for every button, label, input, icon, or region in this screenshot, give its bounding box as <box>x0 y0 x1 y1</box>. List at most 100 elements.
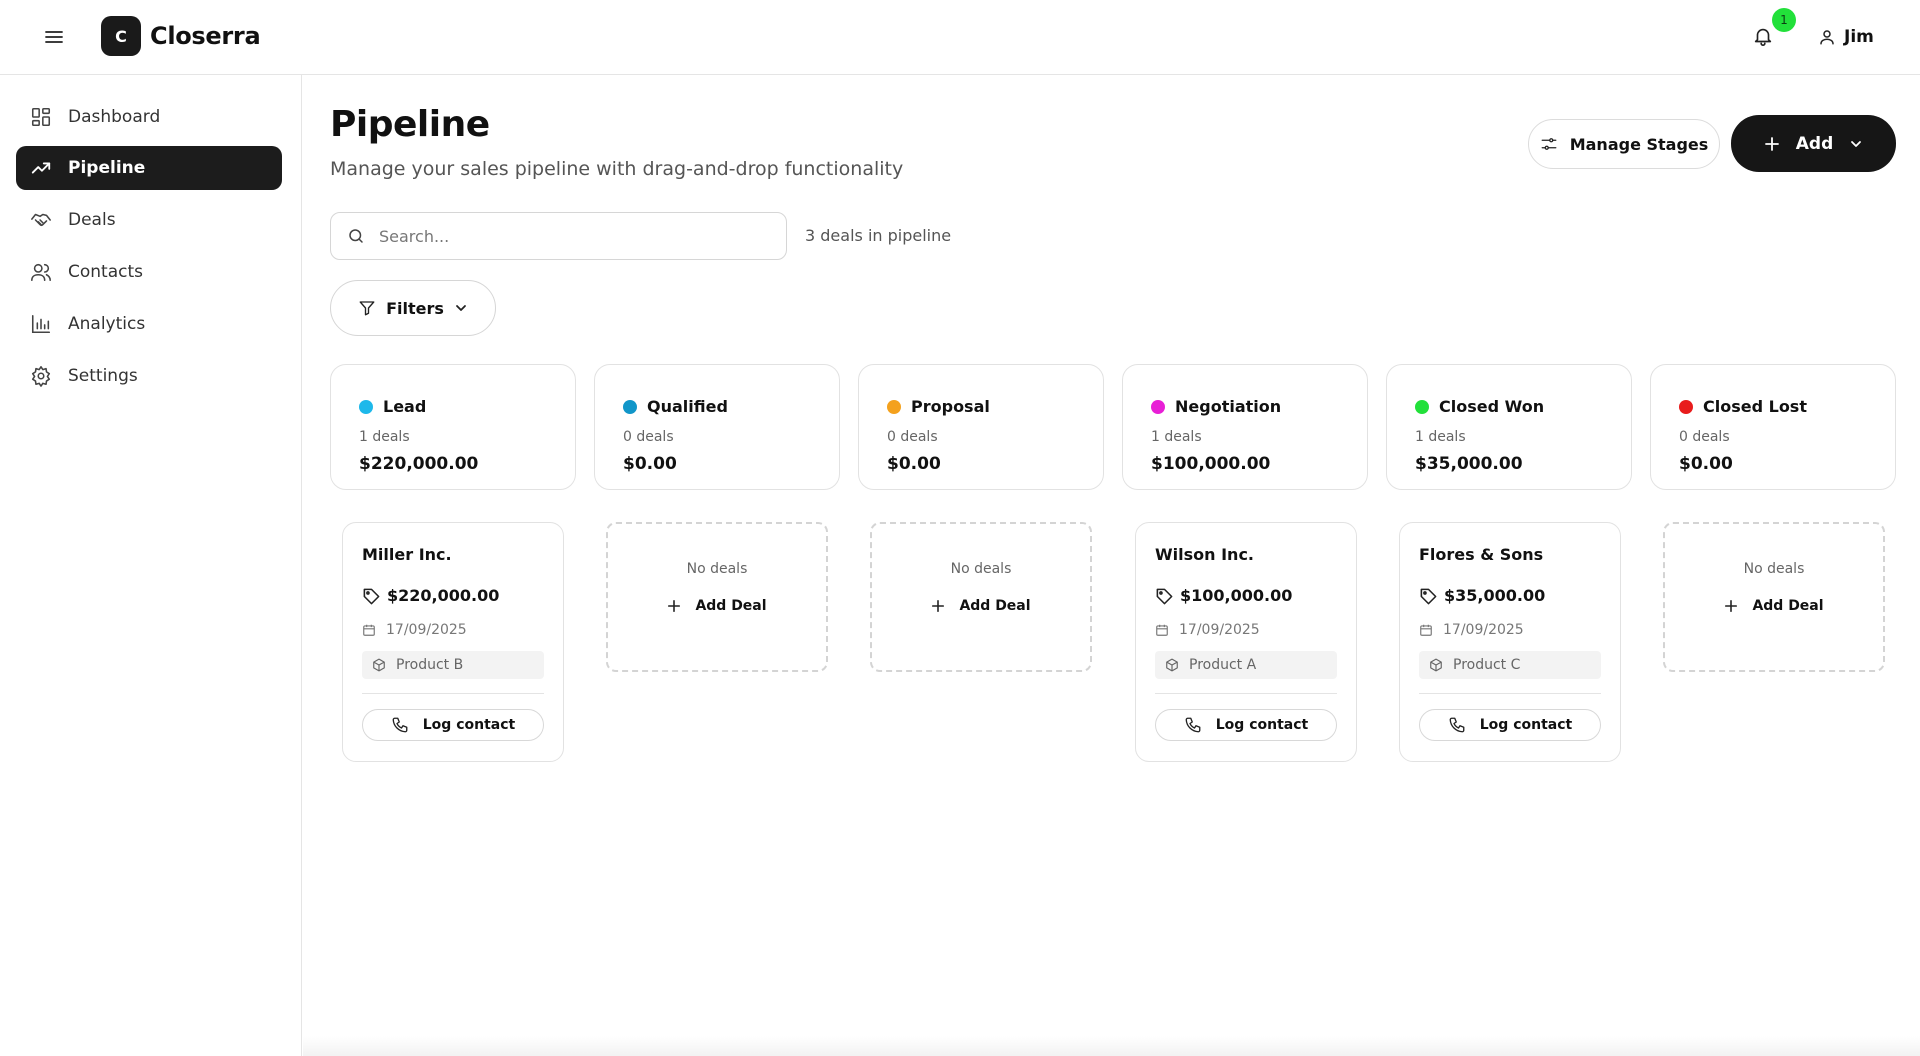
sidebar-item-settings[interactable]: Settings <box>16 354 282 398</box>
empty-column-qualified: No deals Add Deal <box>606 522 828 672</box>
sidebar-item-label: Contacts <box>68 262 143 282</box>
phone-icon <box>392 717 408 733</box>
stage-color-dot <box>623 400 637 414</box>
chevron-down-icon <box>1851 140 1862 147</box>
add-deal-label: Add Deal <box>1752 598 1824 614</box>
deal-date: 17/09/2025 <box>1443 622 1524 638</box>
stage-name: Negotiation <box>1175 397 1282 416</box>
add-deal-button[interactable]: Add Deal <box>608 596 826 616</box>
log-contact-button[interactable]: Log contact <box>362 709 544 741</box>
stage-color-dot <box>1415 400 1429 414</box>
empty-text: No deals <box>950 561 1012 577</box>
bar-chart-icon <box>31 314 51 334</box>
add-deal-label: Add Deal <box>695 598 767 614</box>
deal-title: Flores & Sons <box>1419 545 1544 564</box>
sidebar-item-label: Analytics <box>68 314 146 334</box>
add-deal-button[interactable]: Add Deal <box>1665 596 1883 616</box>
divider <box>1419 693 1601 694</box>
add-button[interactable]: Add <box>1731 115 1896 172</box>
package-icon <box>1166 658 1178 672</box>
stage-count: 0 deals <box>623 429 674 445</box>
manage-stages-button[interactable]: Manage Stages <box>1528 119 1720 169</box>
stage-name: Closed Lost <box>1703 397 1807 416</box>
filters-label: Filters <box>386 298 444 318</box>
deal-count: 3 deals in pipeline <box>805 226 952 245</box>
calendar-icon <box>363 624 375 636</box>
empty-text: No deals <box>1743 561 1805 577</box>
stage-name: Closed Won <box>1439 397 1545 416</box>
page-subtitle: Manage your sales pipeline with drag-and… <box>330 158 904 180</box>
plus-icon <box>1764 136 1779 151</box>
calendar-icon <box>1420 624 1432 636</box>
add-deal-label: Add Deal <box>959 598 1031 614</box>
stage-name: Lead <box>383 397 427 416</box>
stage-count: 0 deals <box>1679 429 1730 445</box>
divider <box>362 693 544 694</box>
notification-badge: 1 <box>1772 8 1796 32</box>
deal-card[interactable]: Miller Inc. $220,000.00 17/09/2025 Produ… <box>342 522 564 762</box>
logo-mark: C <box>101 16 141 56</box>
deal-amount: $100,000.00 <box>1180 586 1293 605</box>
tag-icon <box>1156 588 1173 604</box>
search-input[interactable] <box>379 226 759 246</box>
menu-icon[interactable] <box>40 24 68 50</box>
log-contact-button[interactable]: Log contact <box>1155 709 1337 741</box>
stage-color-dot <box>1679 400 1693 414</box>
stage-total: $0.00 <box>887 454 941 474</box>
deal-product: Product A <box>1189 657 1257 673</box>
stage-count: 1 deals <box>1151 429 1202 445</box>
deal-amount: $35,000.00 <box>1444 586 1546 605</box>
phone-icon <box>1449 717 1465 733</box>
log-contact-label: Log contact <box>422 717 516 733</box>
deal-card[interactable]: Flores & Sons $35,000.00 17/09/2025 Prod… <box>1399 522 1621 762</box>
add-label: Add <box>1795 133 1834 154</box>
sidebar-item-deals[interactable]: Deals <box>16 198 282 242</box>
log-contact-button[interactable]: Log contact <box>1419 709 1601 741</box>
sidebar-item-pipeline[interactable]: Pipeline <box>16 146 282 190</box>
sidebar-item-label: Pipeline <box>68 158 146 178</box>
stage-total: $100,000.00 <box>1151 454 1271 474</box>
stage-total: $35,000.00 <box>1415 454 1523 474</box>
stage-total: $0.00 <box>623 454 677 474</box>
sidebar-item-contacts[interactable]: Contacts <box>16 250 282 294</box>
tag-icon <box>363 588 380 604</box>
deal-product: Product B <box>396 657 464 673</box>
empty-column-proposal: No deals Add Deal <box>870 522 1092 672</box>
deal-date: 17/09/2025 <box>386 622 467 638</box>
stage-color-dot <box>359 400 373 414</box>
manage-stages-label: Manage Stages <box>1569 134 1709 154</box>
stage-name: Proposal <box>911 397 990 416</box>
stage-count: 1 deals <box>359 429 410 445</box>
plus-icon <box>932 599 945 613</box>
app-name: Closerra <box>150 22 261 50</box>
chevron-down-icon <box>456 305 466 311</box>
plus-icon <box>1725 599 1738 613</box>
stage-count: 0 deals <box>887 429 938 445</box>
stage-card-closed-won: Closed Won 1 deals $35,000.00 <box>1386 364 1632 490</box>
package-icon <box>373 658 385 672</box>
log-contact-label: Log contact <box>1479 717 1573 733</box>
sidebar-item-dashboard[interactable]: Dashboard <box>16 95 282 139</box>
deal-title: Wilson Inc. <box>1155 545 1254 564</box>
filter-icon <box>359 301 375 316</box>
divider <box>1155 693 1337 694</box>
user-menu[interactable]: Jim <box>1818 22 1874 52</box>
bell-icon[interactable] <box>1752 24 1776 50</box>
add-deal-button[interactable]: Add Deal <box>872 596 1090 616</box>
deal-card[interactable]: Wilson Inc. $100,000.00 17/09/2025 Produ… <box>1135 522 1357 762</box>
handshake-icon <box>31 213 51 227</box>
sidebar: Dashboard Pipeline Deals Contacts Analyt… <box>0 75 302 1056</box>
stage-card-closed-lost: Closed Lost 0 deals $0.00 <box>1650 364 1896 490</box>
sliders-icon <box>1541 138 1557 150</box>
stage-count: 1 deals <box>1415 429 1466 445</box>
stage-card-negotiation: Negotiation 1 deals $100,000.00 <box>1122 364 1368 490</box>
top-bar: C Closerra 1 Jim <box>0 0 1920 75</box>
package-icon <box>1430 658 1442 672</box>
filters-button[interactable]: Filters <box>330 280 496 336</box>
user-icon <box>1820 30 1834 45</box>
dashboard-icon <box>31 107 51 127</box>
phone-icon <box>1185 717 1201 733</box>
deal-date: 17/09/2025 <box>1179 622 1260 638</box>
sidebar-item-label: Settings <box>68 366 138 386</box>
sidebar-item-analytics[interactable]: Analytics <box>16 302 282 346</box>
